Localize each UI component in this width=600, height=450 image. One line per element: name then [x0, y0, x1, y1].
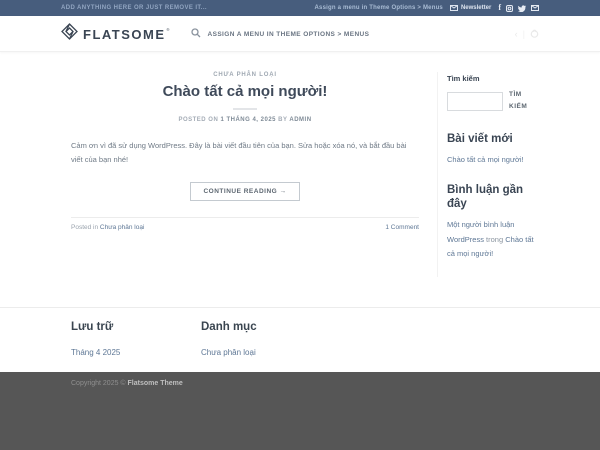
sidebar: Tìm kiếm TÌM KIẾM Bài viết mới Chào tất …: [437, 72, 539, 277]
topbar-message: ADD ANYTHING HERE OR JUST REMOVE IT...: [61, 5, 207, 11]
categories-widget: Danh mục Chưa phân loại: [191, 321, 321, 360]
site-header: FLATSOME® ASSIGN A MENU IN THEME OPTIONS…: [0, 16, 600, 52]
continue-reading-button[interactable]: CONTINUE READING →: [190, 182, 299, 201]
recent-posts-title: Bài viết mới: [447, 132, 539, 146]
comment-connector: trong: [484, 235, 505, 244]
recent-post-link[interactable]: Chào tất cả mọi người!: [447, 153, 539, 167]
cart-icon[interactable]: [530, 29, 539, 40]
search-icon[interactable]: [191, 25, 201, 43]
archives-title: Lưu trữ: [71, 321, 191, 333]
top-bar: ADD ANYTHING HERE OR JUST REMOVE IT... A…: [0, 0, 600, 16]
copyright-brand-link[interactable]: Flatsome Theme: [128, 380, 183, 387]
recent-comments-widget: Bình luận gần đây Một người bình luận Wo…: [447, 183, 539, 262]
recent-comments-title: Bình luận gần đây: [447, 183, 539, 212]
post-title[interactable]: Chào tất cả mọi người!: [71, 83, 419, 100]
newsletter-label: Newsletter: [461, 5, 491, 11]
flatsome-logo-icon: [61, 23, 78, 45]
post-footer-row: Posted in Chưa phân loại 1 Comment: [71, 217, 419, 231]
chevron-left-icon[interactable]: ‹: [515, 29, 518, 39]
posted-in-label: Posted in: [71, 224, 98, 231]
search-input[interactable]: [447, 92, 503, 111]
registered-mark: ®: [167, 27, 170, 32]
categories-title: Danh mục: [201, 321, 321, 333]
search-submit-button[interactable]: TÌM KIẾM: [509, 89, 539, 114]
archive-link[interactable]: Tháng 4 2025: [71, 348, 120, 357]
instagram-icon[interactable]: [506, 5, 513, 12]
post-meta: POSTED ON 1 THÁNG 4, 2025 BY ADMIN: [71, 117, 419, 123]
facebook-icon[interactable]: f: [498, 4, 501, 12]
logo-text: FLATSOME: [83, 27, 166, 42]
meta-prefix: POSTED ON: [178, 117, 218, 123]
absolute-footer: Copyright 2025 © Flatsome Theme: [0, 372, 600, 450]
post-excerpt: Cảm ơn vì đã sử dụng WordPress. Đây là b…: [71, 139, 419, 168]
category-link[interactable]: Chưa phân loại: [201, 348, 256, 357]
email-icon[interactable]: [531, 5, 539, 11]
post-category-link[interactable]: CHƯA PHÂN LOẠI: [71, 72, 419, 78]
archives-widget: Lưu trữ Tháng 4 2025: [61, 321, 191, 360]
main-content: CHƯA PHÂN LOẠI Chào tất cả mọi người! PO…: [0, 52, 600, 307]
header-divider: |: [523, 29, 525, 39]
header-secondary-icons: ‹ |: [515, 29, 539, 40]
meta-date-link[interactable]: 1 THÁNG 4, 2025: [220, 117, 276, 123]
footer-widgets: Lưu trữ Tháng 4 2025 Danh mục Chưa phân …: [0, 307, 600, 372]
topbar-menu-notice[interactable]: Assign a menu in Theme Options > Menus: [315, 5, 443, 11]
newsletter-link[interactable]: Newsletter: [450, 5, 491, 11]
blog-post-summary: CHƯA PHÂN LOẠI Chào tất cả mọi người! PO…: [71, 72, 419, 231]
recent-comment-item: Một người bình luận WordPress trong Chào…: [447, 218, 539, 261]
site-logo[interactable]: FLATSOME®: [61, 23, 173, 45]
search-widget-title: Tìm kiếm: [447, 74, 539, 83]
meta-author-link[interactable]: ADMIN: [289, 117, 311, 123]
meta-by: BY: [278, 117, 287, 123]
copyright-text: Copyright 2025 ©: [71, 380, 128, 387]
search-widget: Tìm kiếm TÌM KIẾM: [447, 74, 539, 114]
comments-count-link[interactable]: 1 Comment: [385, 224, 419, 231]
title-divider: [233, 108, 257, 110]
posted-category-link[interactable]: Chưa phân loại: [100, 224, 144, 231]
envelope-icon: [450, 5, 458, 11]
twitter-icon[interactable]: [518, 5, 526, 12]
nav-menu-notice[interactable]: ASSIGN A MENU IN THEME OPTIONS > MENUS: [207, 31, 369, 38]
recent-posts-widget: Bài viết mới Chào tất cả mọi người!: [447, 132, 539, 167]
